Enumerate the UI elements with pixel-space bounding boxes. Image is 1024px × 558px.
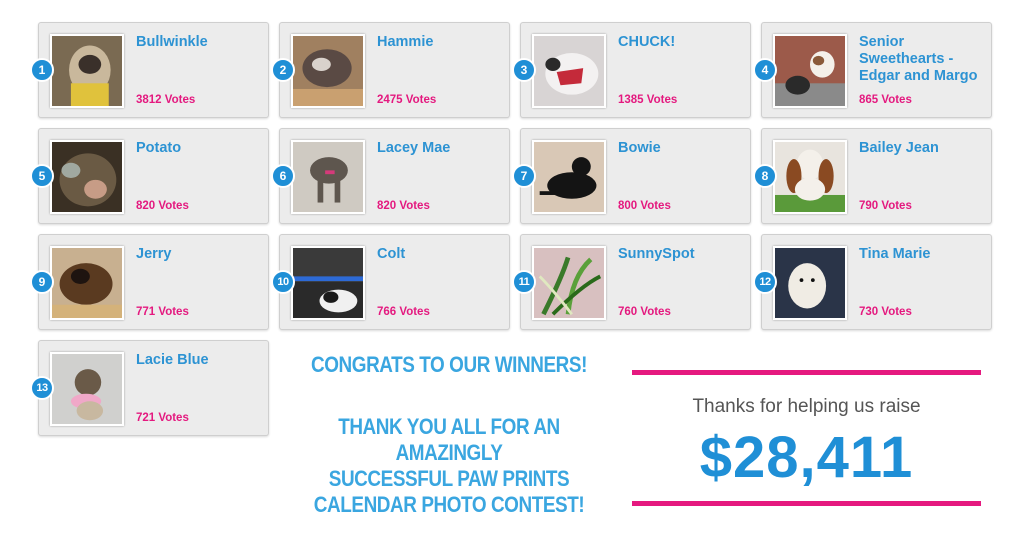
pet-name[interactable]: Jerry [136, 246, 264, 263]
vote-count: 771 Votes [136, 306, 189, 318]
entry-card[interactable]: 2 Hammie 2475 Votes [271, 22, 510, 118]
entry-card[interactable]: 13 Lacie Blue 721 Votes [30, 340, 269, 436]
vote-count: 865 Votes [859, 94, 912, 106]
pet-name[interactable]: Hammie [377, 34, 505, 51]
vote-count: 820 Votes [377, 200, 430, 212]
rank-badge: 3 [512, 58, 536, 82]
entry-card[interactable]: 1 Bullwinkle 3812 Votes [30, 22, 269, 118]
entry-card[interactable]: 8 Bailey Jean 790 Votes [753, 128, 992, 224]
entry-card[interactable]: 11 SunnySpot 760 Votes [512, 234, 751, 330]
rank-badge: 2 [271, 58, 295, 82]
rank-badge: 9 [30, 270, 54, 294]
entry-card[interactable]: 5 Potato 820 Votes [30, 128, 269, 224]
pet-photo[interactable] [773, 246, 847, 320]
vote-count: 1385 Votes [618, 94, 678, 106]
entry-card[interactable]: 7 Bowie 800 Votes [512, 128, 751, 224]
vote-count: 800 Votes [618, 200, 671, 212]
congrats-headline: CONGRATS TO OUR WINNERS! [311, 352, 587, 377]
pet-name[interactable]: Senior Sweethearts - Edgar and Margo [859, 34, 987, 85]
pet-photo[interactable] [291, 140, 365, 214]
pet-photo[interactable] [291, 246, 365, 320]
pet-photo[interactable] [532, 140, 606, 214]
top-divider [632, 370, 981, 375]
rank-badge: 4 [753, 58, 777, 82]
entry-card[interactable]: 3 CHUCK! 1385 Votes [512, 22, 751, 118]
entry-card[interactable]: 12 Tina Marie 730 Votes [753, 234, 992, 330]
congrats-message: CONGRATS TO OUR WINNERS! THANK YOU ALL F… [307, 352, 591, 518]
vote-count: 790 Votes [859, 200, 912, 212]
pet-name[interactable]: Bullwinkle [136, 34, 264, 51]
thank-you-line: SUCCESSFUL PAW PRINTS [328, 466, 570, 491]
entry-card[interactable]: 10 Colt 766 Votes [271, 234, 510, 330]
pet-name[interactable]: CHUCK! [618, 34, 746, 51]
vote-count: 730 Votes [859, 306, 912, 318]
vote-count: 820 Votes [136, 200, 189, 212]
vote-count: 766 Votes [377, 306, 430, 318]
pet-name[interactable]: Tina Marie [859, 246, 987, 263]
pet-photo[interactable] [50, 34, 124, 108]
rank-badge: 1 [30, 58, 54, 82]
pet-photo[interactable] [291, 34, 365, 108]
rank-badge: 6 [271, 164, 295, 188]
bottom-divider [632, 501, 981, 506]
vote-count: 2475 Votes [377, 94, 437, 106]
rank-badge: 12 [753, 270, 777, 294]
raised-amount: $28,411 [699, 425, 914, 490]
rank-badge: 8 [753, 164, 777, 188]
thank-you-line: CALENDAR PHOTO CONTEST! [313, 492, 585, 517]
rank-badge: 7 [512, 164, 536, 188]
pet-photo[interactable] [50, 140, 124, 214]
raise-caption: Thanks for helping us raise [692, 396, 921, 417]
thank-you-line: THANK YOU ALL FOR AN [338, 414, 560, 439]
pet-name[interactable]: Bailey Jean [859, 140, 987, 157]
rank-badge: 11 [512, 270, 536, 294]
pet-name[interactable]: SunnySpot [618, 246, 746, 263]
pet-name[interactable]: Colt [377, 246, 505, 263]
pet-photo[interactable] [773, 140, 847, 214]
entry-card[interactable]: 6 Lacey Mae 820 Votes [271, 128, 510, 224]
rank-badge: 10 [271, 270, 295, 294]
pet-name[interactable]: Bowie [618, 140, 746, 157]
rank-badge: 5 [30, 164, 54, 188]
entry-card[interactable]: 4 Senior Sweethearts - Edgar and Margo 8… [753, 22, 992, 118]
rank-badge: 13 [30, 376, 54, 400]
pet-name[interactable]: Lacie Blue [136, 352, 264, 369]
pet-photo[interactable] [532, 34, 606, 108]
pet-photo[interactable] [50, 352, 124, 426]
pet-photo[interactable] [532, 246, 606, 320]
vote-count: 721 Votes [136, 412, 189, 424]
vote-count: 3812 Votes [136, 94, 196, 106]
vote-count: 760 Votes [618, 306, 671, 318]
entry-card[interactable]: 9 Jerry 771 Votes [30, 234, 269, 330]
pet-photo[interactable] [50, 246, 124, 320]
pet-name[interactable]: Lacey Mae [377, 140, 505, 157]
pet-photo[interactable] [773, 34, 847, 108]
pet-name[interactable]: Potato [136, 140, 264, 157]
thank-you-line: AMAZINGLY [395, 440, 503, 465]
